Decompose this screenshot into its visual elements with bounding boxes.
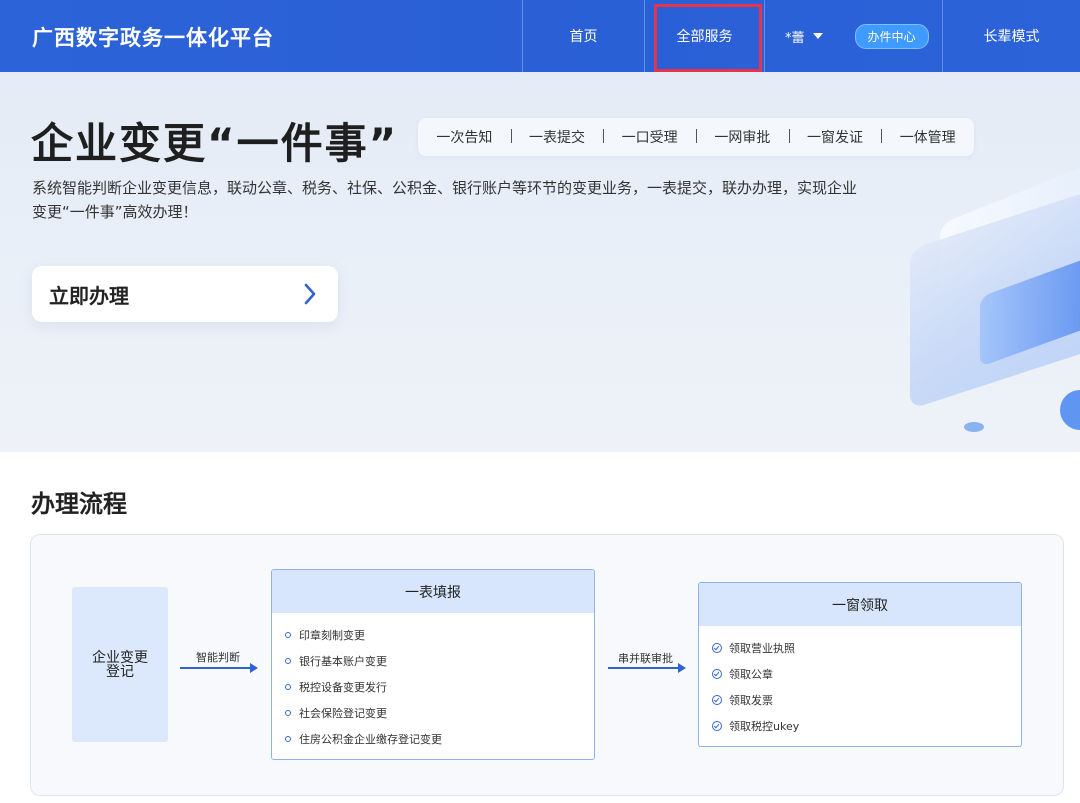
flow-arrow bbox=[180, 663, 258, 673]
window-pickup-list: 领取营业执照 领取公章 领取发票 领取税控ukey bbox=[699, 626, 1021, 739]
list-item-label: 领取营业执照 bbox=[729, 642, 795, 655]
bullet-icon bbox=[285, 736, 291, 742]
apply-now-button[interactable]: 立即办理 bbox=[32, 266, 338, 322]
form-fill-card-title: 一表填报 bbox=[272, 570, 594, 613]
bullet-icon bbox=[285, 684, 291, 690]
list-item-label: 社会保险登记变更 bbox=[299, 707, 387, 720]
check-circle-icon bbox=[712, 695, 722, 705]
window-pickup-card-title: 一窗领取 bbox=[699, 583, 1021, 626]
decorative-dot bbox=[964, 422, 984, 432]
office-center-button[interactable]: 办件中心 bbox=[854, 23, 929, 49]
flow-arrow bbox=[608, 663, 686, 673]
list-item-label: 领取税控ukey bbox=[729, 720, 800, 733]
elder-mode-toggle[interactable]: 长辈模式 bbox=[942, 0, 1080, 72]
list-item-label: 领取公章 bbox=[729, 668, 773, 681]
window-pickup-card: 一窗领取 领取营业执照 领取公章 领取发票 领取税控ukey bbox=[698, 582, 1022, 747]
list-item: 税控设备变更发行 bbox=[285, 674, 594, 700]
list-item: 领取营业执照 bbox=[712, 635, 1021, 661]
process-section-title: 办理流程 bbox=[31, 490, 127, 518]
user-menu[interactable]: *蕾 办件中心 bbox=[764, 0, 942, 72]
list-item-label: 银行基本账户变更 bbox=[299, 655, 387, 668]
start-step-box: 企业变更登记 bbox=[72, 587, 168, 742]
list-item: 领取税控ukey bbox=[712, 713, 1021, 739]
arrow-label-approval: 串并联审批 bbox=[618, 652, 673, 665]
feature-tag: 一窗发证 bbox=[788, 127, 882, 147]
list-item: 领取发票 bbox=[712, 687, 1021, 713]
form-fill-list: 印章刻制变更 银行基本账户变更 税控设备变更发行 社会保险登记变更 住房公积金企… bbox=[272, 613, 594, 752]
list-item-label: 印章刻制变更 bbox=[299, 629, 365, 642]
list-item-label: 住房公积金企业缴存登记变更 bbox=[299, 733, 442, 746]
main-nav: 首页 全部服务 *蕾 办件中心 长辈模式 bbox=[522, 0, 1080, 72]
bullet-icon bbox=[285, 710, 291, 716]
top-header: 广西数字政务一体化平台 首页 全部服务 *蕾 办件中心 长辈模式 bbox=[0, 0, 1080, 72]
feature-tag: 一次告知 bbox=[436, 130, 493, 146]
chevron-right-icon bbox=[304, 283, 316, 305]
list-item: 银行基本账户变更 bbox=[285, 648, 594, 674]
list-item: 领取公章 bbox=[712, 661, 1021, 687]
feature-tag: 一网审批 bbox=[696, 127, 789, 147]
hero-description: 系统智能判断企业变更信息，联动公章、税务、社保、公积金、银行账户等环节的变更业务… bbox=[32, 179, 858, 221]
feature-tags: 一次告知 一表提交 一口受理 一网审批 一窗发证 一体管理 bbox=[418, 118, 974, 156]
feature-tag: 一口受理 bbox=[603, 127, 696, 147]
list-item: 印章刻制变更 bbox=[285, 622, 594, 648]
bullet-icon bbox=[285, 658, 291, 664]
apply-now-label: 立即办理 bbox=[49, 283, 129, 308]
hero-banner: 企业变更“一件事” 一次告知 一表提交 一口受理 一网审批 一窗发证 一体管理 … bbox=[0, 72, 1080, 452]
start-step-label: 企业变更登记 bbox=[92, 649, 148, 680]
username: *蕾 bbox=[785, 30, 805, 46]
nav-home[interactable]: 首页 bbox=[522, 0, 644, 72]
check-circle-icon bbox=[712, 643, 722, 653]
feature-tag: 一表提交 bbox=[510, 127, 604, 147]
hero-title: 企业变更“一件事” bbox=[31, 119, 399, 168]
check-circle-icon bbox=[712, 721, 722, 731]
list-item: 社会保险登记变更 bbox=[285, 700, 594, 726]
feature-tag: 一体管理 bbox=[881, 127, 974, 147]
selection-highlight-box bbox=[654, 4, 762, 72]
list-item-label: 税控设备变更发行 bbox=[299, 681, 387, 694]
list-item-label: 领取发票 bbox=[729, 694, 773, 707]
bullet-icon bbox=[285, 632, 291, 638]
nav-all-services[interactable]: 全部服务 bbox=[644, 0, 764, 72]
list-item: 住房公积金企业缴存登记变更 bbox=[285, 726, 594, 752]
decorative-orb bbox=[1060, 390, 1080, 430]
form-fill-card: 一表填报 印章刻制变更 银行基本账户变更 税控设备变更发行 社会保险登记变更 住… bbox=[271, 569, 595, 760]
site-logo[interactable]: 广西数字政务一体化平台 bbox=[32, 22, 274, 52]
chevron-down-icon[interactable] bbox=[812, 33, 823, 39]
arrow-label-smart-judge: 智能判断 bbox=[196, 651, 240, 664]
check-circle-icon bbox=[712, 669, 722, 679]
